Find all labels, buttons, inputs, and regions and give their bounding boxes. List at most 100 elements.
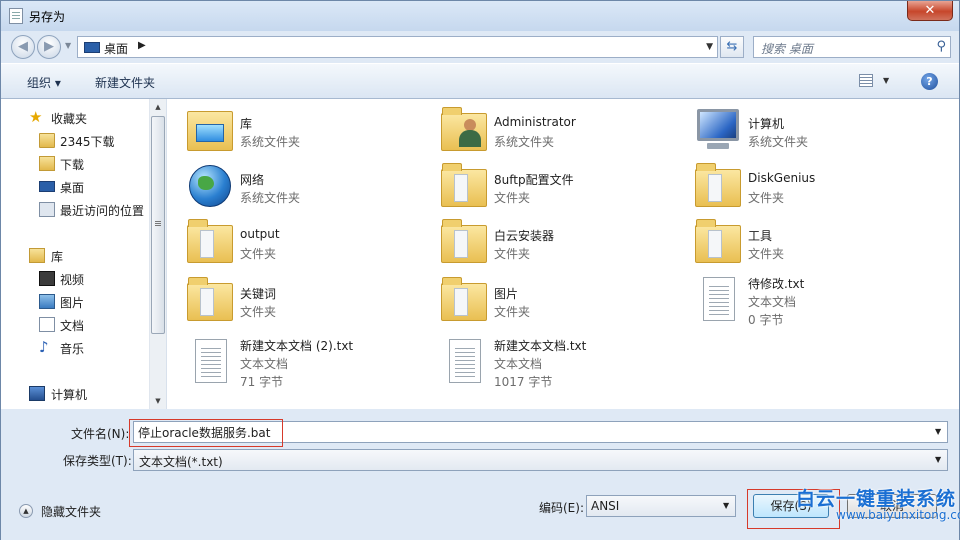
list-item[interactable]: Administrator 系统文件夹	[421, 101, 671, 157]
window-title: 另存为	[29, 10, 66, 24]
item-type: 文件夹	[494, 191, 531, 205]
network-globe-icon	[187, 161, 233, 209]
documents-icon	[39, 317, 55, 332]
sidebar-item-libraries[interactable]: 库	[1, 245, 149, 267]
list-item[interactable]: 新建文本文档 (2).txt 文本文档 71 字节	[167, 323, 417, 393]
list-item[interactable]: 新建文本文档.txt 文本文档 1017 字节	[421, 323, 671, 393]
item-name: Administrator	[494, 115, 576, 129]
list-item[interactable]: 库 系统文件夹	[167, 101, 417, 157]
organize-button[interactable]: 组织 ▾	[27, 74, 61, 91]
video-icon	[39, 271, 55, 286]
list-item[interactable]: 图片 文件夹	[421, 271, 671, 327]
hide-folders-button[interactable]: 隐藏文件夹	[41, 503, 101, 520]
nav-scrollbar[interactable]: ▲ ▼	[149, 99, 166, 409]
sidebar-item-2345-downloads[interactable]: 2345下载	[1, 130, 149, 152]
address-bar-row: ◀ ▶ ▼ 桌面 ▶ ▼ ⇆ 搜索 桌面 ⚲	[1, 31, 959, 63]
sidebar-item-label: 收藏夹	[51, 112, 88, 126]
scroll-down-icon[interactable]: ▼	[150, 393, 166, 409]
filetype-select[interactable]: 文本文档(*.txt)	[133, 449, 948, 471]
filename-field[interactable]	[133, 421, 948, 443]
navigation-pane: ★ 收藏夹 2345下载 下载 桌面 最近访问的位置 库 视频 图片 文档 ♪ …	[1, 99, 167, 409]
folder-icon	[441, 161, 487, 209]
item-size: 1017 字节	[494, 375, 553, 389]
sidebar-item-desktop[interactable]: 桌面	[1, 176, 149, 198]
item-name: 白云安装器	[494, 229, 555, 243]
close-button[interactable]: ✕	[907, 1, 953, 21]
item-name: DiskGenius	[748, 171, 816, 185]
view-dropdown-icon[interactable]: ▼	[883, 76, 889, 85]
recent-places-icon	[39, 202, 55, 217]
list-item[interactable]: 待修改.txt 文本文档 0 字节	[675, 261, 925, 331]
cancel-button[interactable]: 取消	[847, 494, 937, 518]
sidebar-item-favorites[interactable]: ★ 收藏夹	[1, 107, 149, 129]
computer-icon	[29, 386, 45, 401]
item-type: 文件夹	[240, 305, 277, 319]
sidebar-item-music[interactable]: ♪ 音乐	[1, 337, 149, 359]
list-item[interactable]: 关键词 文件夹	[167, 271, 417, 327]
refresh-button[interactable]: ⇆	[720, 36, 744, 58]
search-input[interactable]: 搜索 桌面	[761, 40, 813, 57]
sidebar-item-recent-places[interactable]: 最近访问的位置	[1, 199, 149, 221]
search-icon[interactable]: ⚲	[936, 39, 946, 54]
folder-icon	[187, 275, 233, 323]
sidebar-item-label: 库	[51, 250, 64, 264]
sidebar-item-pictures[interactable]: 图片	[1, 291, 149, 313]
folder-icon	[695, 161, 741, 209]
item-type: 系统文件夹	[240, 191, 301, 205]
item-name: 工具	[748, 229, 773, 243]
grip-icon	[155, 221, 161, 222]
item-name: 计算机	[748, 117, 785, 131]
filetype-label: 保存类型(T):	[63, 454, 132, 468]
list-item[interactable]: 计算机 系统文件夹	[675, 101, 925, 157]
item-type: 文本文档	[494, 357, 543, 371]
folder-icon	[187, 217, 233, 265]
address-bar[interactable]: 桌面 ▶ ▼	[77, 36, 718, 58]
item-type: 系统文件夹	[748, 135, 809, 149]
view-options-icon[interactable]	[859, 74, 873, 87]
help-icon[interactable]: ?	[921, 73, 938, 90]
item-size: 0 字节	[748, 313, 784, 327]
breadcrumb-arrow-icon[interactable]: ▶	[138, 40, 146, 51]
text-file-icon	[695, 265, 741, 321]
breadcrumb-desktop[interactable]: 桌面	[104, 40, 128, 57]
chevron-up-icon[interactable]: ▲	[19, 504, 33, 518]
sidebar-item-videos[interactable]: 视频	[1, 268, 149, 290]
list-item[interactable]: DiskGenius 文件夹	[675, 157, 925, 213]
item-type: 文件夹	[494, 247, 531, 261]
item-type: 系统文件夹	[494, 135, 555, 149]
file-list: 库 系统文件夹 Administrator 系统文件夹 计算机 系统文件夹 网络…	[167, 99, 959, 409]
text-file-icon	[187, 327, 233, 383]
back-button[interactable]: ◀	[11, 35, 35, 59]
encoding-select[interactable]: ANSI	[586, 495, 736, 517]
sidebar-item-downloads[interactable]: 下载	[1, 153, 149, 175]
library-icon	[29, 248, 45, 263]
item-name: 8uftp配置文件	[494, 173, 574, 187]
list-item[interactable]: 网络 系统文件夹	[167, 157, 417, 213]
sidebar-item-label: 计算机	[51, 388, 88, 402]
dialog-footer: ▲ 隐藏文件夹 编码(E): ANSI ▼ 保存(S) 取消	[1, 489, 959, 540]
list-item[interactable]: 8uftp配置文件 文件夹	[421, 157, 671, 213]
title-bar[interactable]: 另存为 ✕	[1, 1, 959, 31]
search-box[interactable]: 搜索 桌面 ⚲	[753, 36, 951, 58]
sidebar-item-documents[interactable]: 文档	[1, 314, 149, 336]
sidebar-item-computer[interactable]: 计算机	[1, 383, 149, 405]
save-button[interactable]: 保存(S)	[753, 494, 829, 518]
scroll-up-icon[interactable]: ▲	[150, 99, 166, 115]
sidebar-item-label: 文档	[60, 319, 85, 333]
list-item[interactable]: output 文件夹	[167, 213, 417, 269]
list-item[interactable]: 白云安装器 文件夹	[421, 213, 671, 269]
address-dropdown-icon[interactable]: ▼	[706, 42, 713, 52]
sidebar-item-label: 图片	[60, 296, 85, 310]
item-name: 图片	[494, 287, 519, 301]
folder-icon	[441, 217, 487, 265]
encoding-dropdown-icon[interactable]: ▼	[723, 501, 729, 510]
forward-button[interactable]: ▶	[37, 35, 61, 59]
scrollbar-thumb[interactable]	[151, 116, 165, 334]
sidebar-item-label: 最近访问的位置	[60, 204, 145, 218]
user-folder-icon	[441, 105, 487, 153]
recent-locations-dropdown[interactable]: ▼	[65, 41, 71, 50]
pictures-icon	[39, 294, 55, 309]
filename-dropdown-icon[interactable]: ▼	[935, 427, 941, 436]
new-folder-button[interactable]: 新建文件夹	[95, 74, 155, 91]
filetype-dropdown-icon[interactable]: ▼	[935, 455, 941, 464]
